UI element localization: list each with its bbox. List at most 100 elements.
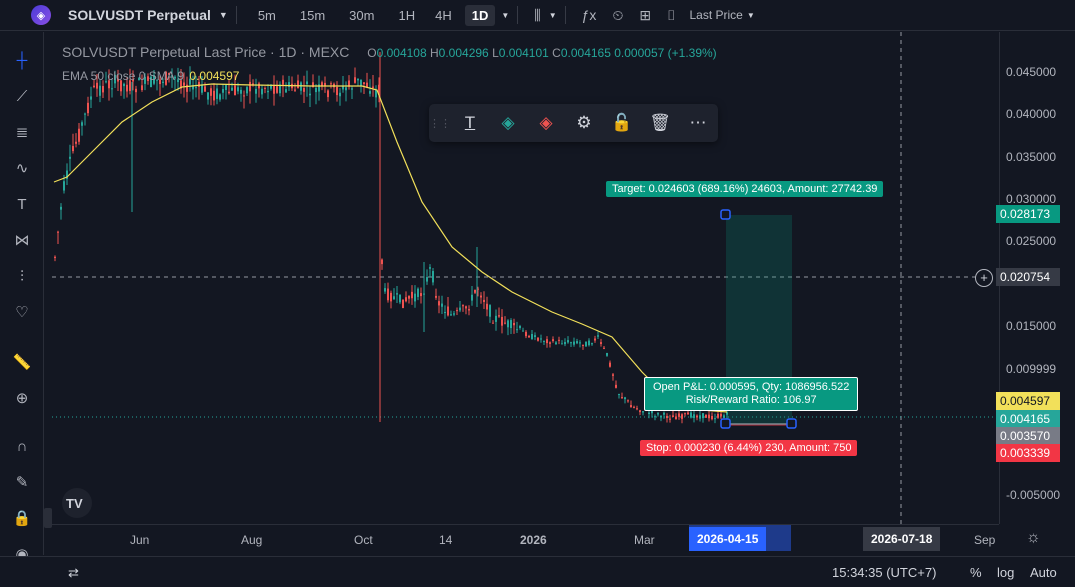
candle-body: [588, 340, 590, 346]
stay-in-drawing-icon[interactable]: ✎: [8, 468, 36, 496]
candle-body: [246, 87, 248, 94]
indicator-legend[interactable]: EMA 50 close 0 SMA 9 0.004597: [62, 69, 239, 83]
indicators-icon[interactable]: ƒx: [574, 7, 605, 23]
timeframe-30m[interactable]: 30m: [342, 5, 381, 26]
layout-icon[interactable]: ⊞: [631, 7, 659, 24]
candle-body: [408, 296, 410, 299]
price-tick: 0.045000: [1006, 65, 1057, 79]
candle-body: [708, 414, 710, 419]
candle-body: [495, 315, 497, 322]
candle-body: [327, 90, 329, 98]
candle-body: [285, 89, 287, 93]
trendline-icon[interactable]: ⟋: [8, 82, 36, 110]
stop-label[interactable]: Stop: 0.000230 (6.44%) 230, Amount: 750: [640, 440, 858, 456]
last-price-dropdown-icon[interactable]: ▼: [747, 11, 755, 20]
fib-lines-icon[interactable]: ≣: [8, 118, 36, 146]
chart-settings-gear-icon[interactable]: ☼: [1026, 529, 1041, 547]
lock-icon[interactable]: 🔒: [8, 504, 36, 532]
date-range-icon[interactable]: ⇄: [68, 565, 79, 581]
candle-body: [405, 297, 407, 302]
indicator-value: 0.004597: [189, 69, 240, 83]
candle-body: [75, 141, 77, 144]
legend-open-label: O: [367, 46, 377, 60]
legend-change: 0.000057 (+1.39%): [614, 46, 717, 60]
camera-icon[interactable]: ⌷: [659, 7, 683, 24]
zoom-in-icon[interactable]: ⊕: [8, 384, 36, 412]
timeframe-15m[interactable]: 15m: [293, 5, 332, 26]
last-price-label: 0.004165: [996, 410, 1060, 428]
candle-body: [426, 277, 428, 282]
crosshair-icon[interactable]: ┼: [8, 46, 36, 74]
timeframe-4h[interactable]: 4H: [428, 5, 459, 26]
drag-grip-icon[interactable]: ⋮⋮: [429, 117, 451, 130]
candle-body: [282, 79, 284, 85]
price-tick: 0.030000: [1006, 192, 1057, 206]
exchange-logo[interactable]: ◈: [31, 5, 51, 25]
more-options-icon[interactable]: ⋯: [679, 113, 717, 133]
candle-body: [642, 411, 644, 413]
candle-body: [702, 413, 704, 419]
toolbar-collapse-handle[interactable]: [44, 508, 52, 528]
candle-body: [63, 181, 65, 191]
symbol-search[interactable]: SOLVUSDT Perpetual: [68, 7, 211, 23]
fill-loss-icon[interactable]: ◈: [527, 113, 565, 133]
fill-profit-icon[interactable]: ◈: [489, 113, 527, 133]
time-tick: Mar: [634, 533, 655, 547]
time-tick: Oct: [354, 533, 373, 547]
favorite-heart-icon[interactable]: ♡: [8, 298, 36, 326]
candle-body: [585, 341, 587, 347]
alert-clock-icon[interactable]: ⏲: [604, 7, 631, 24]
timeframe-5m[interactable]: 5m: [251, 5, 283, 26]
timeframe-1h[interactable]: 1H: [391, 5, 422, 26]
target-label[interactable]: Target: 0.024603 (689.16%) 24603, Amount…: [606, 181, 884, 197]
add-alert-plus-icon[interactable]: +: [975, 269, 993, 287]
candle-body: [222, 89, 224, 93]
brush-icon[interactable]: ∿: [8, 154, 36, 182]
candle-body: [294, 89, 296, 91]
candle-body: [615, 384, 617, 388]
candle-body: [573, 341, 575, 345]
time-axis[interactable]: Jun Aug Oct 14 2026 Mar Sep 2026-04-15 2…: [52, 524, 999, 555]
symbol-dropdown-icon[interactable]: ▼: [219, 10, 228, 20]
percent-toggle[interactable]: %: [970, 565, 982, 580]
ruler-icon[interactable]: 📏: [8, 348, 36, 376]
price-tick: 0.040000: [1006, 107, 1057, 121]
candle-body: [207, 92, 209, 100]
candle-body: [309, 93, 311, 96]
divider: [235, 6, 237, 24]
candle-body: [225, 85, 227, 90]
candle-body: [720, 413, 722, 417]
pattern-icon[interactable]: ⋈: [8, 226, 36, 254]
magnet-icon[interactable]: ∩: [8, 432, 36, 460]
clock[interactable]: 15:34:35 (UTC+7): [832, 565, 936, 580]
log-toggle[interactable]: log: [997, 565, 1014, 580]
candle-body: [447, 306, 449, 316]
last-price-menu[interactable]: Last Price: [690, 8, 743, 22]
candle-body: [60, 206, 62, 210]
candle-body: [480, 295, 482, 298]
candle-body: [714, 418, 716, 420]
unlock-icon[interactable]: 🔓: [603, 113, 641, 133]
drawing-toolbar: ┼ ⟋ ≣ ∿ T ⋈ ⫶ ♡ 📏 ⊕ ∩ ✎ 🔒 ◉: [0, 32, 44, 563]
candle-body: [414, 293, 416, 302]
timeframe-dropdown-icon[interactable]: ▼: [501, 11, 509, 20]
time-tick: Jun: [130, 533, 150, 547]
position-tool-icon[interactable]: ⫶: [8, 262, 36, 290]
candle-body: [402, 299, 404, 308]
candle-body: [693, 414, 695, 418]
chart-type-dropdown-icon[interactable]: ▼: [549, 11, 557, 20]
candle-body: [210, 88, 212, 96]
trash-icon[interactable]: 🗑: [641, 113, 679, 133]
candle-body: [54, 256, 56, 258]
pnl-label[interactable]: Open P&L: 0.000595, Qty: 1086956.522 Ris…: [644, 377, 859, 411]
candle-body: [498, 315, 500, 317]
candle-body: [516, 329, 518, 331]
candle-body: [369, 91, 371, 94]
candle-style-icon[interactable]: ⫼: [526, 7, 548, 24]
text-tool-icon[interactable]: T: [8, 190, 36, 218]
candle-body: [306, 81, 308, 85]
settings-gear-icon[interactable]: ⚙: [565, 113, 603, 133]
auto-toggle[interactable]: Auto: [1030, 565, 1057, 580]
timeframe-1d[interactable]: 1D: [464, 4, 496, 26]
text-color-icon[interactable]: T: [451, 113, 489, 133]
